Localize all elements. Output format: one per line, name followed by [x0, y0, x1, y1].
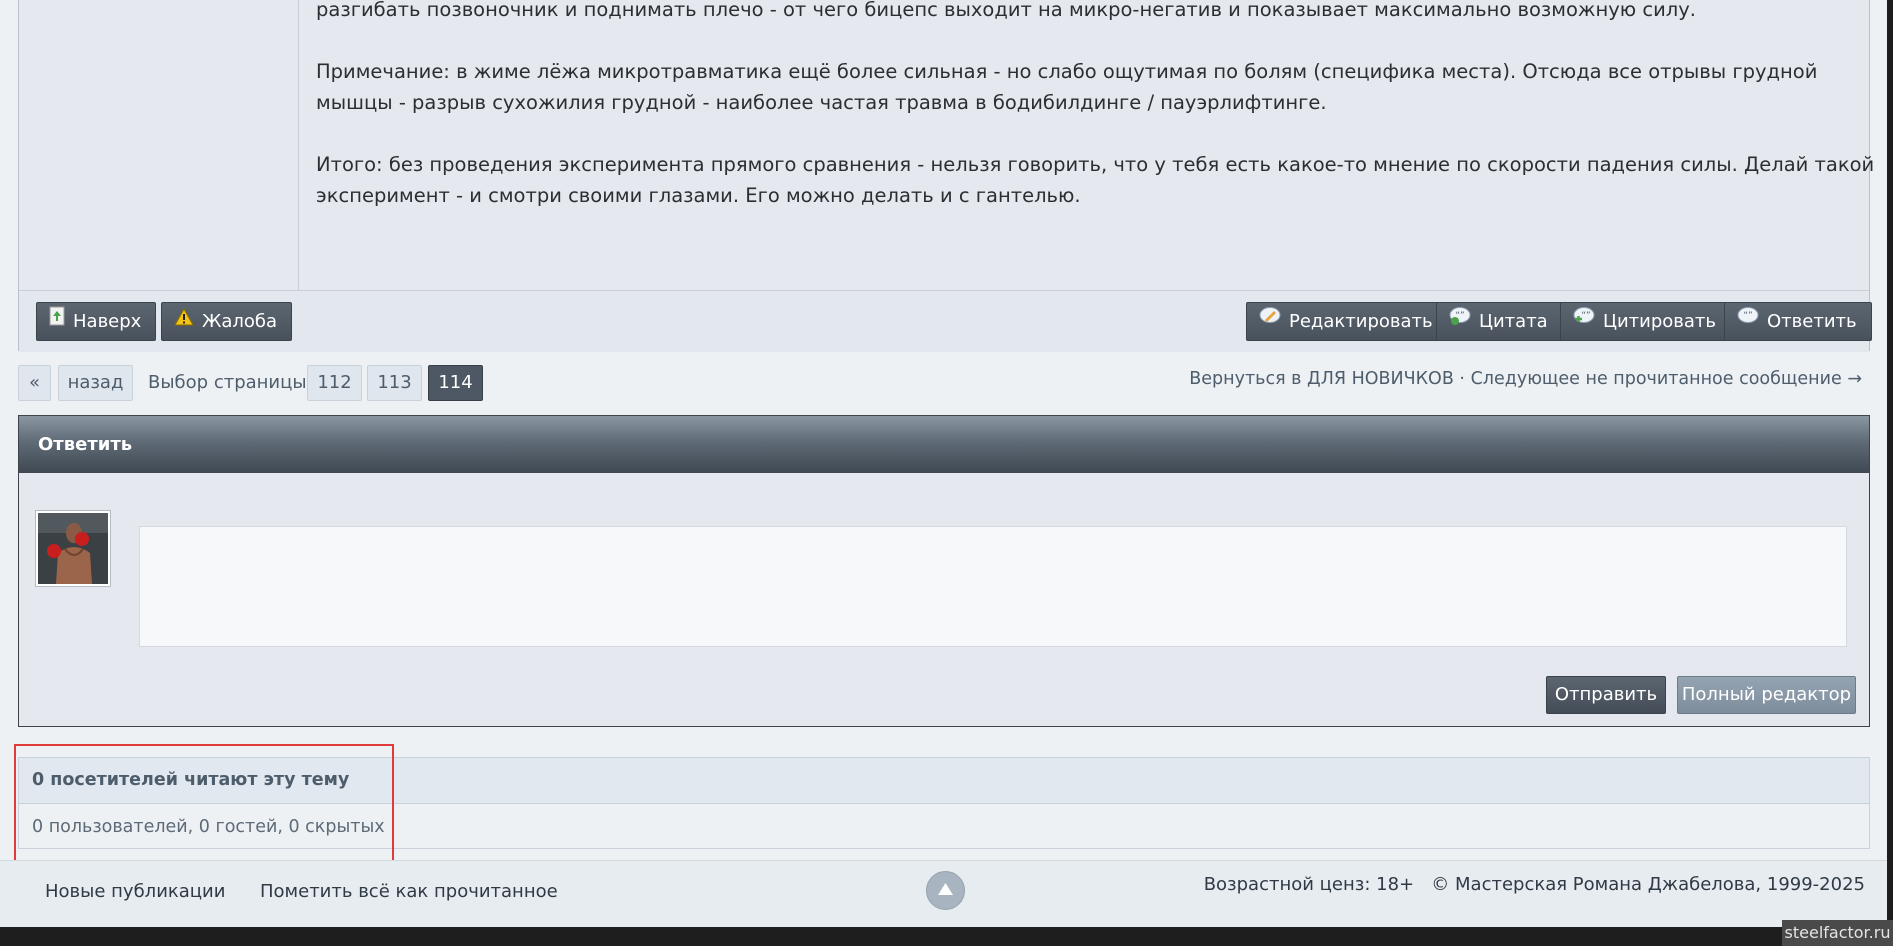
post-message: разгибать позвоночник и поднимать плечо … — [316, 0, 1876, 242]
quick-reply-title: Ответить — [19, 416, 1869, 473]
back-to-forum-link[interactable]: Вернуться в ДЛЯ НОВИЧКОВ — [1189, 369, 1454, 389]
footer-info: Возрастной ценз: 18+ © Мастерская Романа… — [1204, 871, 1865, 899]
page-link-113[interactable]: 113 — [367, 365, 422, 401]
nav-separator: · — [1459, 369, 1465, 389]
avatar — [35, 510, 111, 587]
mark-all-read-link[interactable]: Пометить всё как прочитанное — [260, 881, 558, 902]
page-up-icon — [49, 302, 65, 339]
highlight-box — [14, 744, 394, 865]
report-label: Жалоба — [202, 311, 278, 332]
quote-bubble-icon: “” — [1449, 302, 1471, 339]
cite-bubble-icon: “” — [1573, 302, 1595, 339]
report-button[interactable]: Жалоба — [161, 302, 293, 341]
edit-button[interactable]: Редактировать — [1246, 302, 1448, 341]
page-select-label: Выбор страницы — [148, 372, 307, 393]
send-button[interactable]: Отправить — [1546, 676, 1666, 714]
svg-text:“”: “” — [1581, 311, 1590, 321]
forum-post: разгибать позвоночник и поднимать плечо … — [18, 0, 1874, 352]
edit-icon — [1259, 302, 1281, 339]
post-paragraph: Итого: без проведения эксперимента прямо… — [316, 153, 1875, 207]
cite-label: Цитировать — [1603, 311, 1717, 332]
full-editor-button[interactable]: Полный редактор — [1677, 676, 1856, 714]
arrow-up-icon — [938, 883, 953, 895]
quick-reply-panel: Ответить Отправить Полный редактор — [18, 415, 1870, 727]
post-author-column — [19, 0, 299, 290]
page-link-114-current[interactable]: 114 — [428, 365, 483, 401]
quote-button[interactable]: “” Цитата — [1436, 302, 1563, 341]
arrow-right-icon: → — [1847, 369, 1862, 389]
topic-navigation: Вернуться в ДЛЯ НОВИЧКОВ · Следующее не … — [1189, 364, 1862, 394]
reply-button[interactable]: “” Ответить — [1724, 302, 1872, 341]
back-to-top-label: Наверх — [73, 311, 142, 332]
site-watermark: steelfactor.ru — [1782, 920, 1893, 946]
prev-page-button[interactable]: назад — [58, 365, 133, 401]
boxer-avatar-image — [38, 513, 108, 584]
page-link-112[interactable]: 112 — [307, 365, 362, 401]
cite-button[interactable]: “” Цитировать — [1560, 302, 1732, 341]
copyright-text: © Мастерская Романа Джабелова, 1999-2025 — [1431, 874, 1865, 895]
reply-label: Ответить — [1767, 311, 1857, 332]
post-paragraph: Примечание: в жиме лёжа микротравматика … — [316, 60, 1818, 114]
back-to-top-button[interactable]: Наверх — [36, 302, 157, 341]
scroll-to-top-button[interactable] — [926, 871, 965, 910]
age-rating: Возрастной ценз: 18+ — [1203, 874, 1415, 895]
edit-label: Редактировать — [1289, 311, 1433, 332]
warning-icon — [174, 302, 194, 339]
post-paragraph: разгибать позвоночник и поднимать плечо … — [316, 0, 1696, 21]
next-unread-link[interactable]: Следующее не прочитанное сообщение — [1471, 369, 1842, 389]
first-page-button[interactable]: « — [18, 365, 51, 401]
new-posts-link[interactable]: Новые публикации — [45, 881, 225, 902]
forum-page: разгибать позвоночник и поднимать плечо … — [0, 0, 1887, 927]
svg-text:“”: “” — [1743, 311, 1752, 321]
reply-textarea[interactable] — [139, 526, 1847, 647]
reply-bubble-icon: “” — [1737, 302, 1759, 339]
quote-label: Цитата — [1479, 311, 1548, 332]
post-actions-bar: Наверх Жалоба Редактировать “” Цитата “” — [19, 290, 1872, 352]
svg-text:“”: “” — [1455, 311, 1464, 321]
